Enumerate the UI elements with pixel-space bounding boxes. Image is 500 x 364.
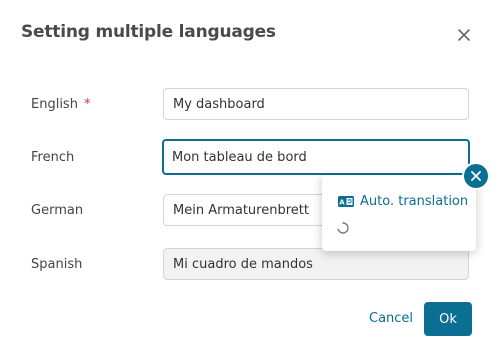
dialog-title: Setting multiple languages — [21, 22, 276, 42]
label-english-text: English — [31, 97, 78, 112]
spinner-icon — [337, 219, 349, 234]
ok-button[interactable]: Ok — [424, 302, 472, 336]
cancel-button[interactable]: Cancel — [369, 311, 413, 326]
close-button[interactable] — [455, 26, 473, 44]
translation-popup — [322, 175, 476, 251]
popup-close-button[interactable] — [462, 162, 490, 190]
english-field-value: My dashboard — [173, 96, 265, 112]
close-icon — [458, 29, 470, 41]
label-french: French — [31, 150, 75, 165]
english-field[interactable]: My dashboard — [163, 88, 469, 120]
auto-translation-link[interactable]: A Auto. translation — [338, 194, 468, 209]
auto-translation-label: Auto. translation — [360, 194, 469, 209]
label-spanish: Spanish — [31, 257, 83, 272]
german-field-value: Mein Armaturenbrett — [173, 202, 309, 218]
translate-icon: A — [338, 196, 354, 207]
svg-text:A: A — [339, 199, 345, 207]
spanish-field-value: Mi cuadro de mandos — [173, 256, 313, 272]
label-german: German — [31, 203, 84, 218]
label-english: English * — [31, 97, 90, 112]
french-field-value: Mon tableau de bord — [172, 149, 307, 165]
spanish-field[interactable]: Mi cuadro de mandos — [163, 248, 469, 280]
close-icon — [471, 171, 481, 181]
french-field[interactable]: Mon tableau de bord — [162, 139, 470, 175]
languages-dialog: Setting multiple languages English * My d… — [0, 0, 500, 364]
required-marker: * — [83, 97, 91, 112]
